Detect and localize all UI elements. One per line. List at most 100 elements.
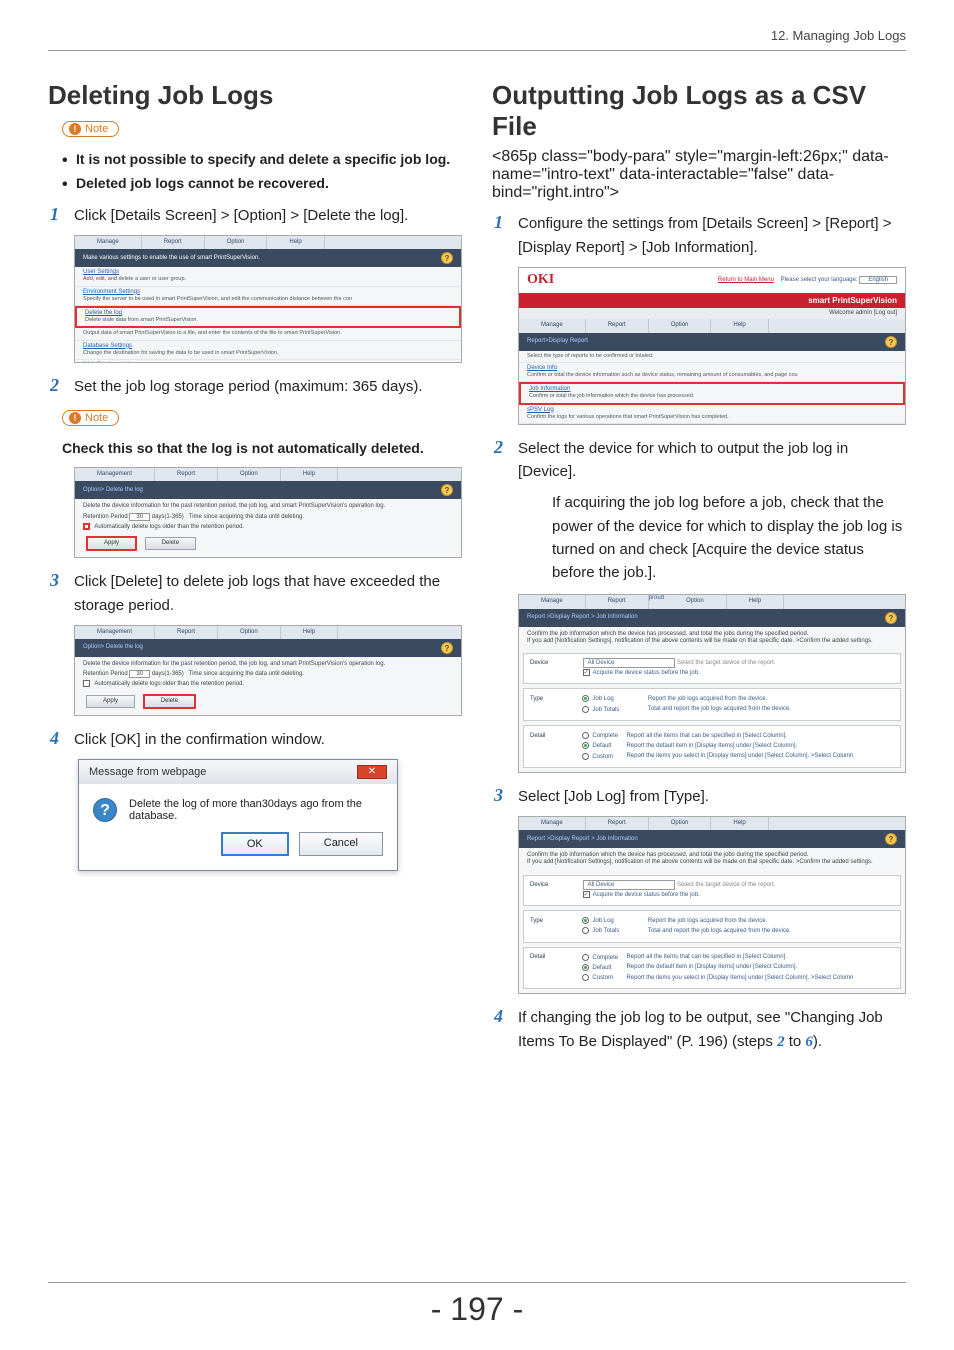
bullet-item: Deleted job logs cannot be recovered. (62, 173, 462, 193)
detail-radio[interactable] (582, 753, 589, 760)
step-4-left: 4 Click [OK] in the confirmation window. (48, 728, 462, 751)
confirm-link[interactable]: >Confirm the added settings. (796, 638, 873, 644)
return-link[interactable]: Return to Main Menu (718, 277, 774, 283)
note-2-text: Check this so that the log is not automa… (62, 438, 462, 459)
auto-delete-label: Automatically delete logs older than the… (94, 524, 244, 530)
ss-link[interactable]: Environment Settings (83, 289, 140, 295)
ss-desc: Specify the server to be used in smart P… (83, 296, 352, 302)
ss-tab[interactable]: Help (281, 626, 338, 639)
device-select[interactable]: All Device (583, 880, 676, 890)
step-text: Select [Job Log] from [Type]. (518, 785, 906, 808)
spv-brand-bar: smart PrintSuperVision (519, 293, 905, 309)
ss-tab[interactable]: Manage (519, 595, 586, 608)
auto-delete-checkbox[interactable] (83, 680, 90, 687)
ss-tab[interactable]: Management (75, 626, 155, 639)
acquire-checkbox[interactable] (583, 891, 590, 898)
type-opt: Job Log (592, 697, 613, 703)
ss-tab[interactable]: Manage (519, 319, 586, 332)
confirmation-dialog: Message from webpage ✕ ? Delete the log … (78, 759, 398, 871)
ss-breadcrumb: Option> Delete the log (83, 644, 143, 651)
step-number: 2 (492, 437, 518, 458)
retention-input[interactable]: 30 (129, 513, 150, 521)
ss-link[interactable]: Database Settings (83, 343, 132, 349)
dialog-ok-button[interactable]: OK (221, 832, 289, 856)
oki-logo: OKI (527, 272, 554, 289)
ss-desc: Confirm the logs for various operations … (527, 414, 729, 420)
step-number: 1 (48, 204, 74, 225)
detail-opt-desc: Report all the items that can be specifi… (626, 954, 894, 962)
dialog-title-text: Message from webpage (89, 766, 206, 778)
ss-tab[interactable]: Option (218, 626, 281, 639)
delete-button[interactable]: Delete (143, 694, 196, 709)
ss-tab[interactable]: Option (649, 319, 712, 332)
type-radio[interactable] (582, 917, 589, 924)
help-icon[interactable]: ? (441, 484, 453, 496)
ss-tab[interactable]: Management (75, 468, 155, 481)
ss-desc: Confirm or total the job information whi… (529, 393, 694, 399)
type-opt: Job Log (592, 918, 613, 924)
acquire-checkbox[interactable] (583, 669, 590, 676)
ss-tab[interactable]: Option (218, 468, 281, 481)
help-icon[interactable]: ? (885, 833, 897, 845)
type-radio[interactable] (582, 927, 589, 934)
step-number: 3 (492, 785, 518, 806)
detail-radio[interactable] (582, 732, 589, 739)
retention-input[interactable]: 30 (129, 670, 150, 678)
ss-tab[interactable]: Report (586, 319, 649, 332)
ss-link[interactable]: Web Service setting (83, 362, 136, 363)
ss-tab[interactable]: Help (727, 595, 784, 608)
ss-tab[interactable]: Manage (519, 817, 586, 830)
ss-link[interactable]: Device Info (527, 365, 557, 371)
ss-tab[interactable]: Report (586, 595, 649, 608)
ss-tab[interactable]: Report (142, 236, 205, 249)
dialog-cancel-button[interactable]: Cancel (299, 832, 383, 856)
detail-radio[interactable] (582, 742, 589, 749)
screenshot-delete-log-delete: Management Report Option Help Option> De… (74, 625, 462, 716)
help-icon[interactable]: ? (441, 252, 453, 264)
ss-tab[interactable]: Help (267, 236, 324, 249)
detail-radio[interactable] (582, 974, 589, 981)
device-hint: Select the target device of the report. (677, 660, 775, 666)
ss-link-highlighted[interactable]: Delete the log (85, 310, 122, 316)
ss-link[interactable]: User Settings (83, 269, 119, 275)
help-icon[interactable]: ? (885, 612, 897, 624)
step-3-right: 3 Select [Job Log] from [Type]. (492, 785, 906, 808)
ss-tab[interactable]: Help (281, 468, 338, 481)
help-icon[interactable]: ? (885, 336, 897, 348)
detail-opt-desc: Report the items you select in [Display … (626, 753, 809, 759)
delete-button[interactable]: Delete (145, 537, 196, 550)
type-radio[interactable] (582, 706, 589, 713)
ss-tab[interactable]: Report (155, 626, 218, 639)
lang-select[interactable]: English (859, 276, 897, 284)
type-opt-desc: Total and report the job logs acquired f… (648, 706, 894, 714)
ss-desc: Confirm or total the device information … (527, 372, 798, 378)
detail-radio[interactable] (582, 964, 589, 971)
ss-tab[interactable]: Option (205, 236, 268, 249)
apply-button[interactable]: Apply (86, 536, 137, 551)
type-label: Type (530, 695, 580, 703)
ss-link-highlighted[interactable]: Job Information (529, 386, 570, 392)
ss-tab[interactable]: Option (649, 817, 712, 830)
ss-tab[interactable]: Help (711, 817, 768, 830)
ss-breadcrumb: Option> Delete the log (83, 487, 143, 494)
select-column-link[interactable]: >Select Column (811, 753, 854, 759)
ss-tab[interactable]: Option (664, 595, 727, 608)
right-column: Outputting Job Logs as a CSV File <865p … (492, 80, 906, 1062)
ss-tab[interactable]: Help (711, 319, 768, 332)
type-radio[interactable] (582, 695, 589, 702)
ss-bar-text: Make various settings to enable the use … (83, 255, 260, 262)
select-column-link[interactable]: >Select Column (811, 975, 854, 981)
detail-radio[interactable] (582, 954, 589, 961)
ss-link[interactable]: sPSV Log (527, 407, 554, 413)
auto-delete-checkbox[interactable] (83, 523, 90, 530)
since-text: Time since acquiring the data until dele… (189, 514, 304, 520)
confirm-link[interactable]: >Confirm the added settings. (796, 859, 873, 865)
dialog-close-icon[interactable]: ✕ (357, 765, 387, 779)
ss-tab[interactable]: Report (155, 468, 218, 481)
device-select[interactable]: All Device (583, 658, 676, 668)
ss-tab[interactable]: Manage (75, 236, 142, 249)
apply-button[interactable]: Apply (86, 695, 135, 708)
ss-tab[interactable]: Report (586, 817, 649, 830)
ss-line: Confirm the job information which the de… (527, 852, 897, 859)
help-icon[interactable]: ? (441, 642, 453, 654)
